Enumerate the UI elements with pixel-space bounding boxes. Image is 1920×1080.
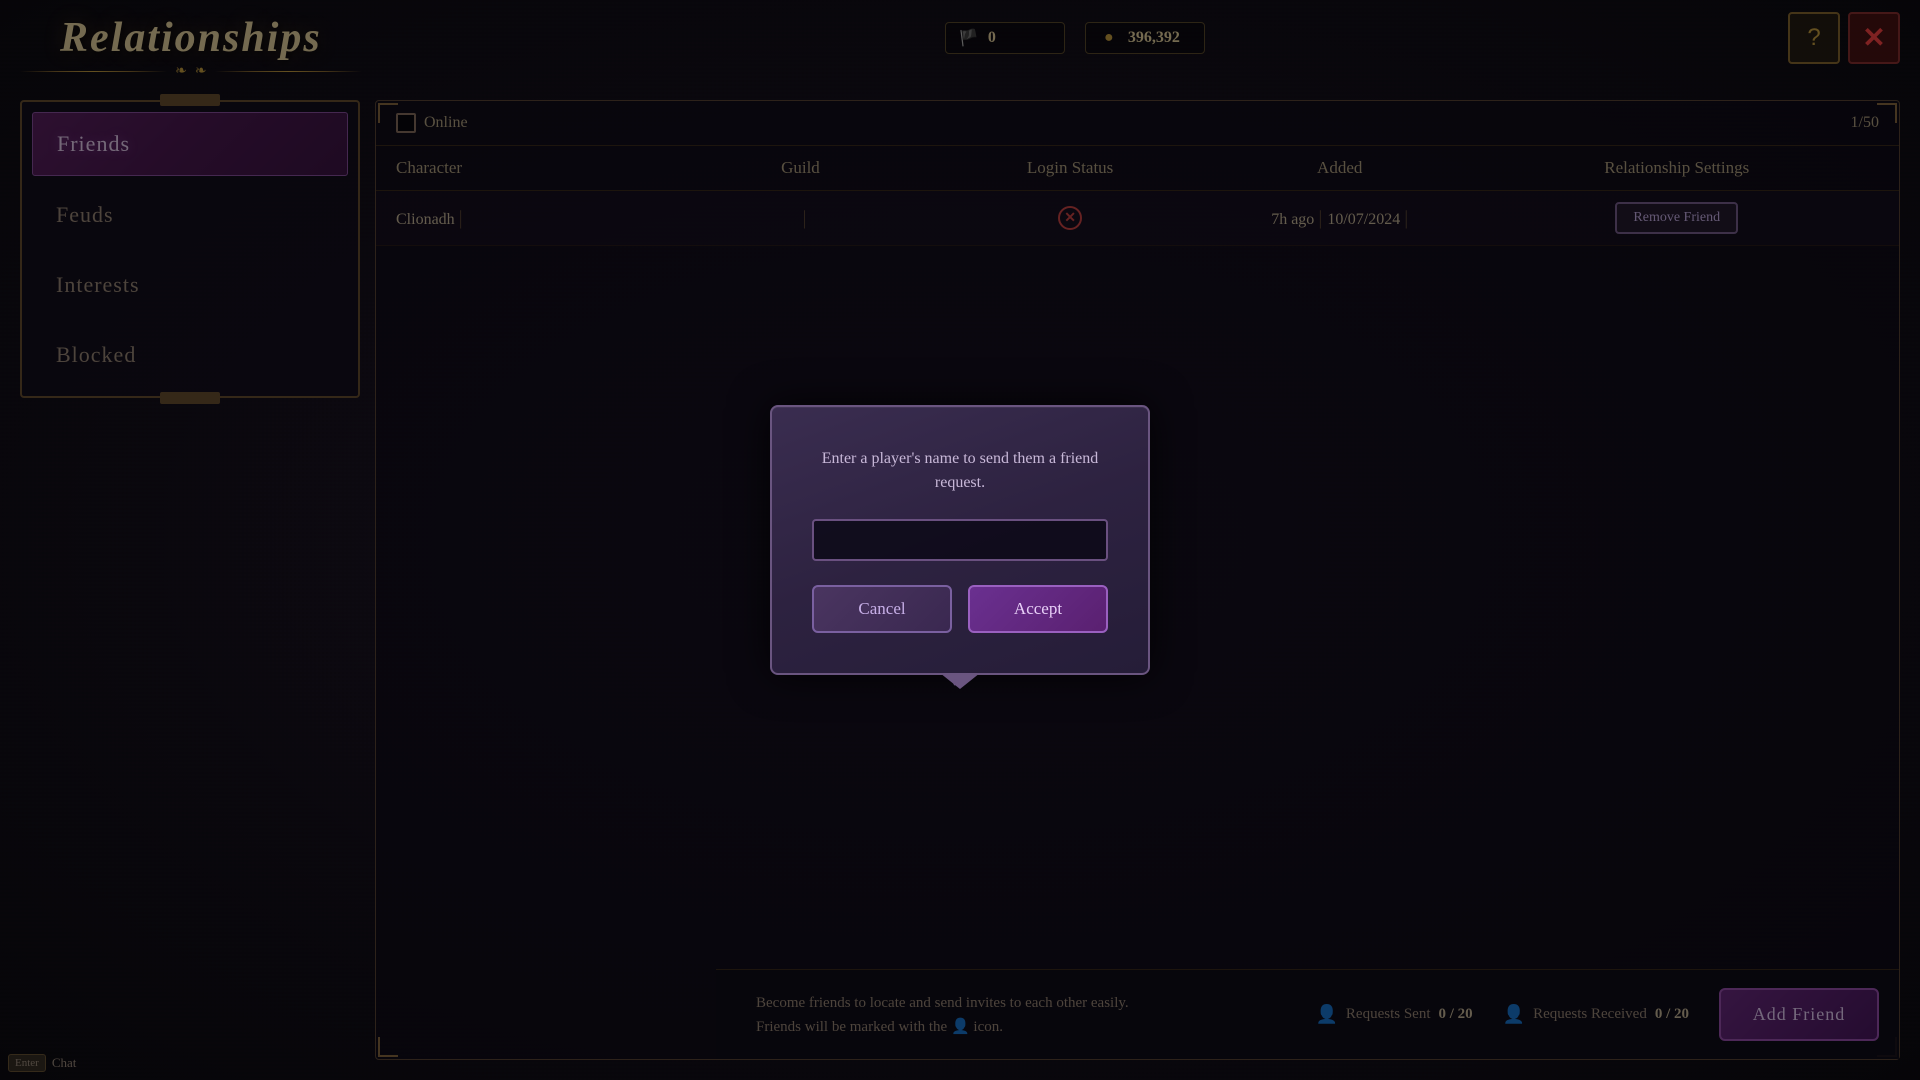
friend-request-modal: Enter a player's name to send them a fri… (770, 405, 1150, 675)
player-name-input[interactable] (812, 519, 1108, 561)
modal-buttons: Cancel Accept (812, 585, 1108, 633)
modal-accept-button[interactable]: Accept (968, 585, 1108, 633)
modal-overlay: Enter a player's name to send them a fri… (0, 0, 1920, 1080)
modal-prompt-text: Enter a player's name to send them a fri… (812, 447, 1108, 495)
modal-bottom-ornament: ❧ (952, 670, 969, 695)
modal-cancel-button[interactable]: Cancel (812, 585, 952, 633)
